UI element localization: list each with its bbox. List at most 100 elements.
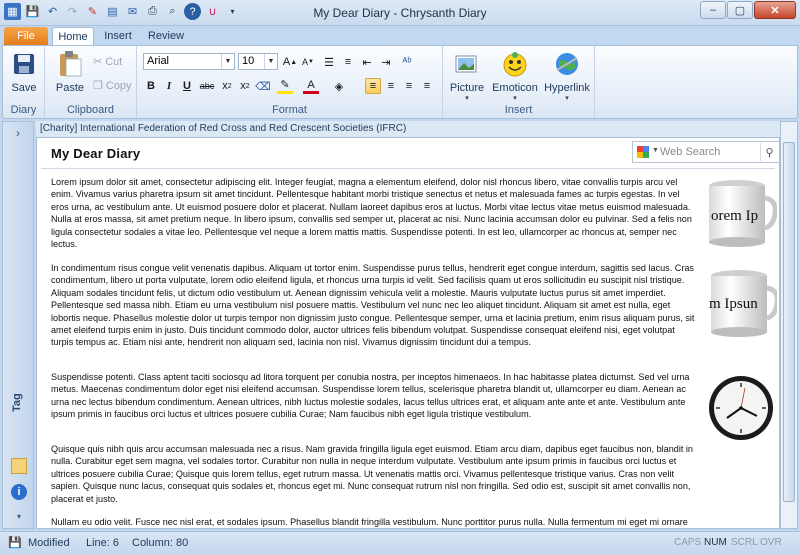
minimize-button[interactable]: –	[700, 1, 726, 19]
clock-image[interactable]	[705, 372, 777, 444]
picture-label: Picture	[449, 82, 485, 94]
emoticon-label: Emoticon	[492, 82, 538, 94]
mug-text: orem Ip	[711, 208, 758, 224]
group-format: Arial ▼ 10 ▼ A ▲ A ▼ ☰ ≡ ⇤ ⇥ ᴬᵇ B I U abc …	[137, 46, 443, 118]
fill-color-icon[interactable]: ◈	[331, 78, 347, 94]
paste-label: Paste	[55, 82, 85, 94]
paragraph[interactable]: Nullam eu odio velit. Fusce nec nisl era…	[51, 516, 697, 528]
window-controls: – ▢ ✕	[700, 1, 796, 19]
bold-icon[interactable]: B	[143, 78, 159, 94]
window-title: My Dear Diary - Chrysanth Diary	[313, 6, 487, 20]
maximize-button[interactable]: ▢	[727, 1, 753, 19]
group-diary: Save Diary	[3, 46, 45, 118]
line-indicator: Line: 6	[86, 537, 120, 549]
column-indicator: Column: 80	[132, 537, 189, 549]
chevron-down-icon: ▾	[513, 95, 517, 102]
folder-icon[interactable]	[11, 458, 27, 474]
save-label: Save	[11, 82, 37, 94]
numbered-list-icon[interactable]: ≡	[340, 54, 356, 70]
cut-button[interactable]: ✂ Cut	[93, 55, 122, 69]
emoticon-icon	[499, 49, 531, 79]
tab-home[interactable]: Home	[52, 27, 94, 46]
vertical-scrollbar[interactable]	[780, 121, 798, 529]
group-diary-label: Diary	[10, 104, 37, 116]
chevron-down-icon[interactable]: ▼	[221, 54, 234, 69]
document-state: Modified	[28, 537, 70, 549]
font-name-value: Arial	[147, 55, 170, 67]
subscript-icon[interactable]: x2	[219, 78, 235, 94]
paste-button[interactable]: Paste	[51, 49, 89, 94]
web-search-box[interactable]: ▼ Web Search ⚲	[632, 141, 779, 163]
decrease-indent-icon[interactable]: ⇤	[359, 54, 375, 70]
left-panel: › Tag i ▾	[2, 121, 34, 529]
group-format-label: Format	[272, 104, 307, 116]
hyperlink-button[interactable]: Hyperlink ▾	[543, 49, 591, 102]
emoticon-button[interactable]: Emoticon ▾	[491, 49, 539, 102]
paragraph[interactable]: Suspendisse potenti. Class aptent taciti…	[51, 371, 697, 421]
group-clipboard: Paste ✂ Cut ❐ Copy Clipboard	[45, 46, 137, 118]
paragraph[interactable]: Lorem ipsum dolor sit amet, consectetur …	[51, 176, 697, 250]
highlight-icon[interactable]: ✎	[277, 78, 293, 94]
search-icon[interactable]: ⚲	[760, 143, 778, 161]
status-bar: 💾 Modified Line: 6 Column: 80 CAPS NUM S…	[0, 531, 800, 555]
mug-image[interactable]: m Ipsun	[705, 266, 777, 338]
paragraph[interactable]: In condimentum risus congue velit venena…	[51, 262, 697, 349]
mug-text: m Ipsun	[709, 296, 758, 312]
divider	[41, 168, 775, 169]
spellcheck-icon[interactable]: ᴬᵇ	[399, 54, 415, 70]
chevron-down-icon: ▾	[465, 95, 469, 102]
scissors-icon: ✂	[93, 56, 103, 68]
font-size-select[interactable]: 10 ▼	[238, 53, 278, 70]
info-icon[interactable]: i	[11, 484, 27, 500]
justify-icon[interactable]: ≡	[419, 78, 435, 94]
font-name-select[interactable]: Arial ▼	[143, 53, 235, 70]
tab-insert[interactable]: Insert	[98, 27, 138, 46]
align-right-icon[interactable]: ≡	[401, 78, 417, 94]
chevron-down-icon[interactable]: ▼	[652, 147, 659, 154]
italic-icon[interactable]: I	[161, 78, 177, 94]
tag-panel-label[interactable]: Tag	[11, 393, 23, 412]
superscript-icon[interactable]: x2	[237, 78, 253, 94]
google-icon	[637, 146, 649, 158]
breadcrumb[interactable]: [Charity] International Federation of Re…	[36, 121, 780, 137]
caps-indicator: CAPS	[674, 537, 702, 548]
search-input[interactable]: Web Search	[660, 146, 720, 158]
save-status-icon: 💾	[8, 537, 22, 549]
picture-icon	[451, 49, 483, 79]
ovr-indicator: OVR	[760, 537, 782, 548]
page-title[interactable]: My Dear Diary	[51, 146, 140, 161]
align-left-icon[interactable]: ≡	[365, 78, 381, 94]
grow-font-icon[interactable]: A ▲	[282, 54, 298, 70]
mug-image[interactable]: orem Ip	[705, 176, 777, 248]
tab-review[interactable]: Review	[144, 27, 188, 46]
group-insert-label: Insert	[504, 104, 533, 116]
group-clipboard-label: Clipboard	[66, 104, 115, 116]
clipboard-icon	[54, 49, 86, 79]
scrollbar-thumb[interactable]	[783, 142, 795, 502]
floppy-icon	[8, 49, 40, 79]
scrl-indicator: SCRL	[731, 537, 758, 548]
strikethrough-icon[interactable]: abc	[199, 78, 215, 94]
copy-icon: ❐	[93, 80, 103, 92]
underline-icon[interactable]: U	[179, 78, 195, 94]
globe-icon	[551, 49, 583, 79]
clear-format-icon[interactable]: ⌫	[255, 78, 271, 94]
paragraph[interactable]: Quisque quis nibh quis arcu accumsan mal…	[51, 443, 697, 505]
chevron-down-icon[interactable]: ▾	[11, 508, 27, 524]
chevron-down-icon[interactable]: ▼	[264, 54, 277, 69]
title-bar: ▦ 💾 ↶ ↷ ✎ ▤ ✉ ⎙ ⌕ ? ∪ ▾ My Dear Diary - …	[0, 0, 800, 26]
increase-indent-icon[interactable]: ⇥	[378, 54, 394, 70]
font-color-icon[interactable]: A	[303, 78, 319, 94]
tab-file[interactable]: File	[4, 27, 48, 46]
picture-button[interactable]: Picture ▾	[447, 49, 487, 102]
align-center-icon[interactable]: ≡	[383, 78, 399, 94]
diary-document[interactable]: My Dear Diary ▼ Web Search ⚲ Lorem ipsum…	[36, 137, 780, 529]
save-button[interactable]: Save	[7, 49, 41, 94]
chevron-right-icon[interactable]: ›	[3, 126, 33, 140]
group-insert: Picture ▾ Emoticon ▾ Hyperlink ▾ Insert	[443, 46, 595, 118]
font-size-value: 10	[242, 55, 255, 67]
close-button[interactable]: ✕	[754, 1, 796, 19]
shrink-font-icon[interactable]: A ▼	[300, 54, 316, 70]
copy-button[interactable]: ❐ Copy	[93, 79, 132, 93]
bullet-list-icon[interactable]: ☰	[321, 54, 337, 70]
